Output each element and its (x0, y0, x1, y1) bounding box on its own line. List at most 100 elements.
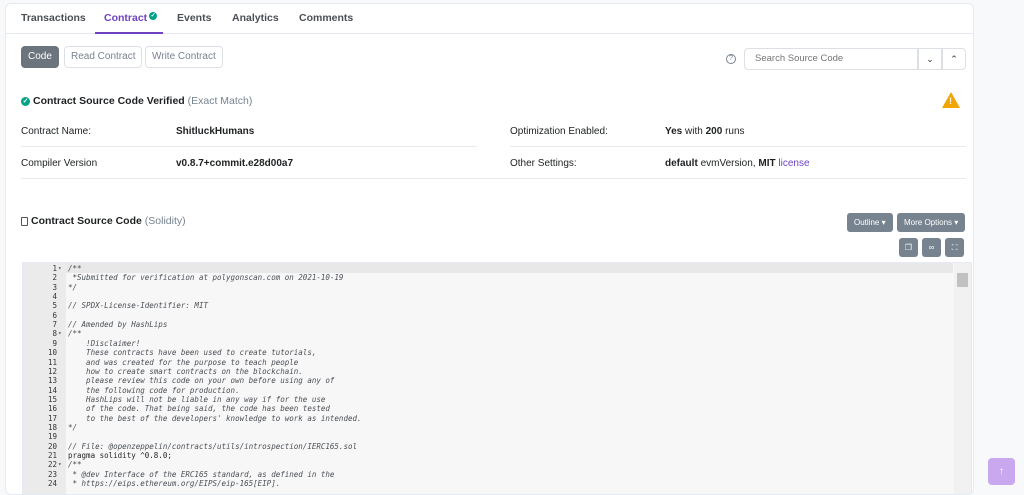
contract-card: Transactions Contract ✓ Events Analytics … (5, 3, 974, 495)
code-button[interactable]: Code (21, 46, 59, 68)
line-number: 1 (52, 264, 57, 273)
code-text: // File: @openzeppelin/contracts/utils/i… (68, 441, 357, 451)
other-settings-label: Other Settings: (510, 158, 577, 169)
code-text: /** (68, 264, 82, 273)
optimization-yes: Yes (665, 126, 683, 137)
tab-events[interactable]: Events (177, 12, 211, 24)
more-options-button[interactable]: More Options ▾ (897, 213, 966, 232)
active-line-highlight (66, 263, 953, 273)
line-number: 4 (52, 292, 57, 302)
fold-arrow-icon[interactable]: ▾ (58, 264, 62, 273)
code-text: please review this code on your own befo… (68, 376, 335, 386)
active-tab-indicator (95, 32, 163, 34)
code-text: // Amended by HashLips (68, 320, 168, 330)
chevron-up-icon[interactable]: ⌃ (942, 48, 966, 70)
code-text: how to create smart contracts on the blo… (68, 366, 303, 376)
line-number: 15 (47, 394, 57, 404)
tab-contract[interactable]: Contract ✓ (104, 12, 158, 24)
line-number: 10 (47, 348, 57, 358)
tab-analytics[interactable]: Analytics (232, 12, 279, 24)
line-number: 19 (47, 432, 57, 442)
optimization-runs: 200 (705, 126, 723, 137)
file-icon (21, 216, 28, 226)
line-number: 13 (47, 376, 57, 386)
code-text: /** (68, 460, 82, 470)
other-settings-value: default evmVersion, MIT license (665, 158, 810, 169)
code-text: */ (68, 282, 78, 292)
code-editor[interactable]: 1 ▾/** 2 *Submitted for verification at po… (22, 262, 972, 494)
line-number: 11 (47, 357, 57, 367)
editor-scrollbar[interactable] (954, 263, 971, 494)
line-number: 22 (47, 460, 57, 470)
line-number: 21 (47, 451, 57, 460)
optimization-with: with (685, 126, 703, 137)
fold-arrow-icon[interactable]: ▾ (58, 329, 62, 338)
tab-transactions[interactable]: Transactions (21, 12, 86, 24)
line-number: 2 (52, 273, 57, 283)
scrollbar-thumb[interactable] (957, 273, 968, 287)
line-number: 5 (52, 301, 57, 311)
fullscreen-icon[interactable]: ⛶ (945, 238, 964, 257)
tab-comments[interactable]: Comments (299, 12, 353, 24)
code-text: !Disclaimer! (68, 338, 141, 348)
verified-subtitle: (Exact Match) (187, 95, 253, 107)
more-options-label: More Options (904, 218, 953, 227)
verified-title-text: Contract Source Code Verified (33, 95, 185, 107)
line-number: 16 (47, 404, 57, 414)
code-text: */ (68, 422, 78, 432)
line-number: 18 (47, 422, 57, 432)
source-code-title: Contract Source Code (Solidity) (21, 215, 186, 227)
code-text: the following code for production. (68, 385, 240, 395)
code-text: These contracts have been used to create… (68, 348, 317, 358)
code-text: pragma solidity ^0.8.0; (68, 451, 172, 460)
line-number: 17 (47, 413, 57, 423)
code-text: HashLips will not be liable in any way i… (68, 394, 326, 404)
code-text: of the code. That being said, the code h… (68, 404, 330, 414)
write-contract-button[interactable]: Write Contract (145, 46, 223, 68)
source-code-language: (Solidity) (144, 215, 186, 227)
tab-bar: Transactions Contract ✓ Events Analytics … (6, 4, 973, 34)
code-text: *Submitted for verification at polygonsc… (68, 273, 344, 283)
line-number: 8 (52, 329, 57, 339)
line-number: 23 (47, 469, 57, 479)
chevron-down-icon[interactable]: ⌄ (918, 48, 942, 70)
optimization-value: Yes with 200 runs (665, 126, 745, 137)
code-text: /** (68, 329, 82, 339)
copy-icon[interactable]: ❐ (899, 238, 918, 257)
other-default: default (665, 158, 698, 169)
line-number: 20 (47, 441, 57, 451)
search-source-field[interactable] (744, 48, 918, 70)
warning-icon[interactable]: ! (942, 92, 960, 108)
line-number: 14 (47, 385, 57, 395)
other-mit: MIT (758, 158, 776, 169)
outline-label: Outline (854, 218, 880, 227)
divider (21, 146, 477, 147)
verified-check-icon: ✓ (149, 12, 158, 20)
divider (21, 178, 966, 179)
link-icon[interactable]: ∞ (922, 238, 941, 257)
line-number: 24 (47, 479, 57, 489)
help-icon[interactable]: ? (726, 54, 736, 64)
fold-arrow-icon[interactable]: ▾ (58, 460, 62, 469)
contract-name-value: ShitluckHumans (176, 126, 255, 137)
verified-title: ✓ Contract Source Code Verified (Exact Ma… (21, 95, 252, 107)
code-text: * @dev Interface of the ERC165 standard,… (68, 469, 335, 479)
read-contract-button[interactable]: Read Contract (64, 46, 143, 68)
search-source-input[interactable] (755, 53, 907, 64)
caret-down-icon: ▾ (954, 218, 959, 227)
license-link[interactable]: license (778, 158, 809, 169)
outline-button[interactable]: Outline ▾ (847, 213, 893, 232)
code-text: and was created for the purpose to teach… (68, 357, 299, 367)
code-text: // SPDX-License-Identifier: MIT (68, 301, 208, 311)
other-evm: evmVersion, (700, 158, 756, 169)
scroll-to-top-button[interactable]: ↑ (988, 458, 1015, 485)
optimization-runs-word: runs (725, 126, 745, 137)
code-text: * https://eips.ethereum.org/EIPS/eip-165… (68, 479, 281, 489)
code-text: to the best of the developers' knowledge… (68, 413, 362, 423)
compiler-version-value: v0.8.7+commit.e28d00a7 (176, 158, 294, 169)
contract-name-label: Contract Name: (21, 126, 92, 137)
line-number: 6 (52, 310, 57, 320)
divider (510, 146, 966, 147)
tab-contract-label: Contract (104, 12, 148, 24)
line-number: 12 (47, 366, 57, 376)
